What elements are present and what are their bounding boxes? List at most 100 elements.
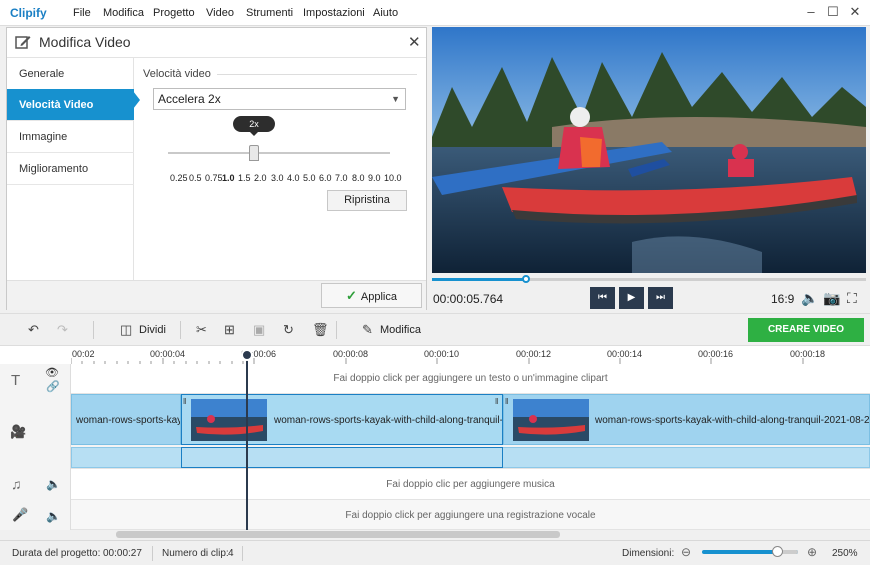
transition-selected[interactable] [181, 447, 503, 468]
speed-slider-thumb[interactable] [249, 145, 259, 161]
menu-progetto[interactable]: Progetto [153, 7, 195, 19]
video-track-icon: 🎥 [10, 424, 27, 439]
voice-track[interactable]: Fai doppio click per aggiungere una regi… [71, 500, 870, 530]
reset-button[interactable]: Ripristina [327, 190, 407, 211]
thumbnail-image [513, 399, 589, 441]
close-window-icon[interactable]: ✕ [844, 4, 866, 22]
zoom-label: Dimensioni: [622, 548, 675, 559]
tick-label: 3.0 [271, 173, 284, 183]
tooltip-pointer [250, 132, 258, 136]
timeline-ruler[interactable]: 00:02 00:00:04 00:00:06 00:00:08 00:00:1… [0, 345, 870, 364]
separator [180, 321, 181, 339]
video-clip[interactable]: woman-rows-sports-kay [71, 394, 181, 445]
menu-aiuto[interactable]: Aiuto [373, 7, 398, 19]
tick-label: 4.0 [287, 173, 300, 183]
rotate-icon[interactable]: ↻ [283, 322, 294, 338]
tab-generale[interactable]: Generale [7, 58, 134, 90]
zoom-value: 250% [832, 548, 858, 559]
apply-button[interactable]: ✓ Applica [321, 283, 422, 308]
split-button[interactable]: Dividi [139, 324, 166, 336]
tab-velocita-video[interactable]: Velocità Video [7, 89, 134, 121]
tick-label-selected: 1.0 [222, 173, 235, 183]
volume-icon[interactable]: 🔈 [46, 509, 61, 523]
check-icon: ✓ [346, 288, 357, 303]
zoom-in-icon[interactable]: ⊕ [807, 545, 817, 559]
playhead[interactable] [246, 350, 248, 530]
apply-label: Applica [360, 291, 397, 303]
edit-button[interactable]: Modifica [380, 324, 421, 336]
edit-video-panel: Modifica Video ✕ Generale Velocità Video… [6, 27, 427, 310]
video-frame [432, 27, 866, 273]
trash-icon[interactable]: 🗑 [312, 322, 329, 338]
menu-strumenti[interactable]: Strumenti [246, 7, 293, 19]
tick-label: 9.0 [368, 173, 381, 183]
timecode: 00:00:05.764 [433, 292, 504, 306]
microphone-icon: 🎤 [12, 507, 29, 522]
clip-count-value: 4 [228, 548, 234, 559]
clip-title: woman-rows-sports-kayak-with-child-along… [274, 415, 503, 426]
timeline-scrollbar[interactable] [116, 531, 560, 538]
title-bar: Clipify File Modifica Progetto Video Str… [0, 0, 870, 26]
zoom-slider-knob[interactable] [772, 546, 783, 557]
duration-label: Durata del progetto: [12, 548, 101, 559]
tick-label: 8.0 [352, 173, 365, 183]
tick-label: 5.0 [303, 173, 316, 183]
voice-track-hint: Fai doppio click per aggiungere una regi… [345, 510, 596, 521]
trim-handle-icon[interactable]: ‖ [495, 397, 498, 406]
tick-label: 0.5 [189, 173, 202, 183]
create-video-button[interactable]: CREARE VIDEO [748, 318, 864, 342]
frame-icon[interactable]: ▣ [253, 322, 265, 338]
menu-video[interactable]: Video [206, 7, 234, 19]
speed-slider-track[interactable] [168, 152, 390, 154]
fullscreen-icon[interactable]: ⛶ [847, 290, 857, 307]
trim-handle-icon[interactable]: ‖ [183, 397, 186, 406]
clip-count-label: Numero di clip: [162, 548, 229, 559]
next-frame-icon[interactable]: ⏭ [648, 287, 673, 309]
crop-icon[interactable]: ⊞ [224, 322, 235, 338]
clip-thumbnail [191, 399, 267, 441]
panel-title: Modifica Video [39, 34, 131, 50]
separator [336, 321, 337, 339]
playback-progress-fill [432, 278, 526, 281]
video-clip-selected[interactable]: ‖ woman-rows-sports-kayak-with-child-alo… [181, 394, 503, 445]
undo-icon[interactable]: ↶ [28, 322, 39, 338]
link-icon[interactable]: 🔗 [46, 380, 60, 393]
volume-icon[interactable]: 🔈 [46, 477, 61, 491]
playback-progress-knob[interactable] [522, 275, 530, 283]
eye-icon[interactable]: 👁 [45, 366, 59, 379]
panel-sidebar: Generale Velocità Video Immagine Miglior… [7, 58, 134, 310]
speed-tooltip: 2x [233, 116, 275, 132]
trim-handle-icon[interactable]: ‖ [505, 397, 508, 406]
zoom-out-icon[interactable]: ⊖ [681, 545, 691, 559]
redo-icon[interactable]: ↷ [57, 322, 68, 338]
playhead-handle[interactable] [241, 349, 253, 361]
scissors-icon[interactable]: ✂ [196, 322, 207, 338]
speed-dropdown[interactable]: Accelera 2x ▼ [153, 88, 406, 110]
volume-icon[interactable]: 🔈 [801, 290, 818, 307]
maximize-icon[interactable]: ☐ [822, 4, 844, 22]
separator [152, 546, 153, 561]
speed-label: Velocità video [143, 68, 211, 80]
snapshot-icon[interactable]: 📷 [823, 290, 840, 307]
music-track[interactable]: Fai doppio clic per aggiungere musica [71, 469, 870, 500]
speed-settings: Velocità video Accelera 2x ▼ 2x 0.25 0.5… [135, 58, 426, 280]
menu-modifica[interactable]: Modifica [103, 7, 144, 19]
play-icon[interactable]: ▶ [619, 287, 644, 309]
separator [242, 546, 243, 561]
previous-frame-icon[interactable]: ⏮ [590, 287, 615, 309]
aspect-ratio[interactable]: 16:9 [771, 292, 794, 306]
close-icon[interactable]: ✕ [408, 33, 421, 51]
text-track[interactable]: Fai doppio click per aggiungere un testo… [71, 364, 870, 394]
tab-miglioramento[interactable]: Miglioramento [7, 153, 134, 185]
chevron-down-icon: ▼ [391, 94, 400, 104]
video-preview[interactable] [432, 27, 866, 273]
minimize-icon[interactable]: – [800, 4, 822, 22]
tick-label: 2.0 [254, 173, 267, 183]
edit-icon[interactable]: ✎ [362, 322, 373, 338]
video-clip[interactable]: ‖ woman-rows-sports-kayak-with-child-alo… [503, 394, 870, 445]
menu-impostazioni[interactable]: Impostazioni [303, 7, 365, 19]
tab-immagine[interactable]: Immagine [7, 121, 134, 153]
menu-file[interactable]: File [73, 7, 91, 19]
track-headers: T 👁 🔗 🎥 ♫ 🔈 🎤 🔈 [0, 364, 71, 530]
split-icon[interactable]: ◫ [120, 322, 132, 338]
